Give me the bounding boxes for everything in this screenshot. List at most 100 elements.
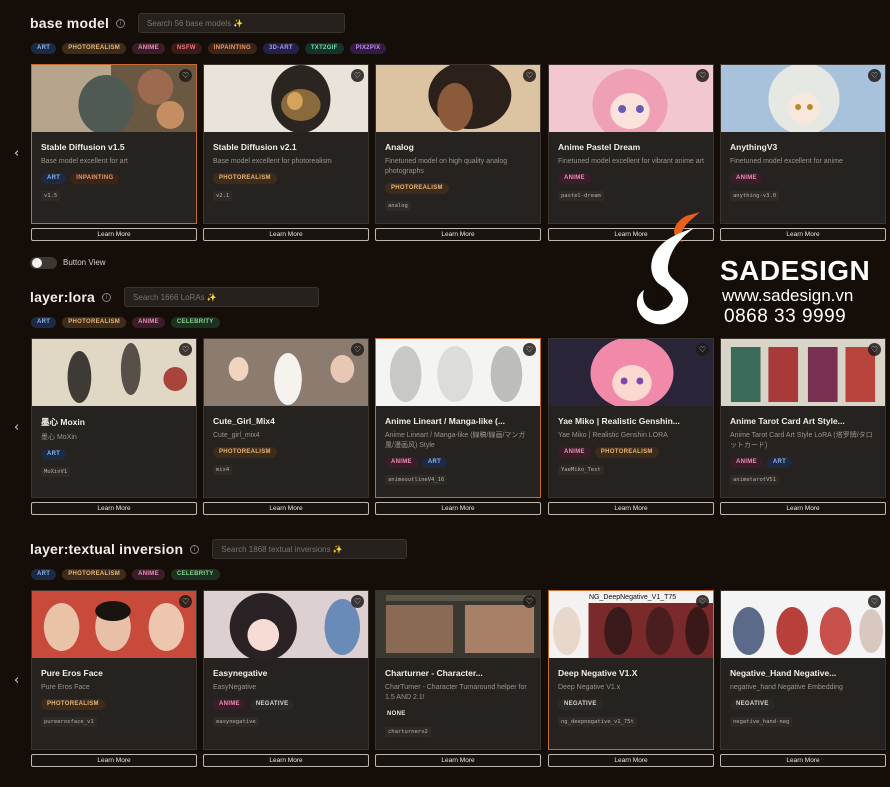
favorite-heart-icon[interactable]: ♡ — [179, 69, 192, 82]
favorite-heart-icon[interactable]: ♡ — [868, 343, 881, 356]
filter-tag-anime[interactable]: ANIME — [132, 317, 165, 328]
embedding-card[interactable]: NG_DeepNegative_V1_T75 ♡ Deep Negative V… — [548, 590, 714, 750]
model-card[interactable]: ♡ AnythingV3 Finetuned model excellent f… — [720, 64, 886, 224]
favorite-heart-icon[interactable]: ♡ — [868, 69, 881, 82]
card-title: Stable Diffusion v1.5 — [41, 142, 125, 152]
toggle-knob — [32, 258, 42, 268]
learn-more-button[interactable]: Learn More — [375, 228, 541, 241]
learn-more-button[interactable]: Learn More — [548, 754, 714, 767]
model-card[interactable]: ♡ Analog Finetuned model on high quality… — [375, 64, 541, 224]
card-description: Finetuned model excellent for vibrant an… — [558, 158, 704, 165]
embedding-card[interactable]: ♡ Easynegative EasyNegative ANIME NEGATI… — [203, 590, 369, 750]
scroll-left-icon[interactable]: ‹ — [14, 147, 22, 160]
filter-tag-nsfw[interactable]: NSFW — [170, 43, 202, 54]
favorite-heart-icon[interactable]: ♡ — [696, 595, 709, 608]
embedding-card[interactable]: ♡ Negative_Hand Negative... negative_han… — [720, 590, 886, 750]
favorite-heart-icon[interactable]: ♡ — [696, 69, 709, 82]
favorite-heart-icon[interactable]: ♡ — [351, 595, 364, 608]
card-tag: PHOTOREALISM — [213, 173, 277, 184]
search-input[interactable]: Search 1666 LoRAs ✨ — [124, 287, 320, 307]
filter-tag-3d-art[interactable]: 3D-ART — [263, 43, 299, 54]
learn-more-button[interactable]: Learn More — [720, 502, 886, 515]
lora-card[interactable]: ♡ Anime Lineart / Manga-like (... Anime … — [375, 338, 541, 498]
model-card[interactable]: ♡ Anime Pastel Dream Finetuned model exc… — [548, 64, 714, 224]
favorite-heart-icon[interactable]: ♡ — [696, 343, 709, 356]
filter-tags: ART PHOTOREALISM ANIME NSFW INPAINTING 3… — [31, 43, 890, 54]
learn-more-button[interactable]: Learn More — [31, 754, 197, 767]
filter-tag-art[interactable]: ART — [31, 43, 57, 54]
filter-tag-inpainting[interactable]: INPAINTING — [207, 43, 258, 54]
card-title: Charturner - Character... — [385, 668, 483, 678]
card-tag: NONE — [387, 711, 406, 717]
favorite-heart-icon[interactable]: ♡ — [351, 69, 364, 82]
favorite-heart-icon[interactable]: ♡ — [351, 343, 364, 356]
model-id: mix4 — [213, 465, 233, 475]
thumbnail-image — [549, 339, 713, 406]
model-card[interactable]: ♡ Stable Diffusion v2.1 Base model excel… — [203, 64, 369, 224]
search-input[interactable]: Search 56 base models ✨ — [138, 13, 346, 33]
watermark-logo-icon — [636, 212, 700, 325]
learn-more-button[interactable]: Learn More — [548, 502, 714, 515]
thumbnail-image — [376, 591, 540, 658]
card-title: Anime Pastel Dream — [558, 142, 641, 152]
card-tag: ANIME — [558, 173, 591, 184]
learn-more-button[interactable]: Learn More — [203, 754, 369, 767]
favorite-heart-icon[interactable]: ♡ — [868, 595, 881, 608]
embedding-card[interactable]: ♡ Charturner - Character... CharTurner -… — [375, 590, 541, 750]
scroll-left-icon[interactable]: ‹ — [14, 674, 22, 687]
filter-tag-celebrity[interactable]: CELEBRITY — [170, 569, 220, 580]
filter-tag-photorealism[interactable]: PHOTOREALISM — [62, 317, 127, 328]
thumbnail-image — [204, 65, 368, 132]
filter-tag-celebrity[interactable]: CELEBRITY — [170, 317, 220, 328]
card-title: Easynegative — [213, 668, 268, 678]
card-description: Base model excellent for art — [41, 158, 128, 165]
filter-tags: ART PHOTOREALISM ANIME CELEBRITY — [31, 569, 890, 580]
favorite-heart-icon[interactable]: ♡ — [179, 343, 192, 356]
info-icon[interactable]: i — [190, 544, 200, 554]
lora-card[interactable]: ♡ Yae Miko | Realistic Genshin... Yae Mi… — [548, 338, 714, 498]
card-tag: NEGATIVE — [558, 699, 603, 710]
lora-card[interactable]: ♡ 墨心 Moxin 墨心 MoXin ART MoXinV1 — [31, 338, 197, 498]
thumbnail-image — [376, 339, 540, 406]
thumbnail-image — [32, 339, 196, 406]
filter-tag-txt2gif[interactable]: TXT2GIF — [304, 43, 344, 54]
info-icon[interactable]: i — [116, 18, 126, 28]
learn-more-button[interactable]: Learn More — [31, 228, 197, 241]
filter-tag-anime[interactable]: ANIME — [132, 43, 165, 54]
card-description: Yae Miko | Realistic Genshin LORA — [558, 432, 668, 439]
card-tag: PHOTOREALISM — [213, 447, 277, 458]
filter-tag-pix2pix[interactable]: PIX2PIX — [349, 43, 387, 54]
learn-more-button[interactable]: Learn More — [31, 502, 197, 515]
filter-tag-photorealism[interactable]: PHOTOREALISM — [62, 569, 127, 580]
model-card[interactable]: ♡ Stable Diffusion v1.5 Base model excel… — [31, 64, 197, 224]
embedding-card[interactable]: ♡ Pure Eros Face Pure Eros Face PHOTOREA… — [31, 590, 197, 750]
lora-card[interactable]: ♡ Anime Tarot Card Art Style... Anime Ta… — [720, 338, 886, 498]
filter-tag-art[interactable]: ART — [31, 317, 57, 328]
model-id: MoXinV1 — [41, 467, 71, 477]
scroll-left-icon[interactable]: ‹ — [14, 421, 22, 434]
info-icon[interactable]: i — [102, 292, 112, 302]
toggle-label: Button View — [63, 258, 106, 267]
search-input[interactable]: Search 1868 textual inversions ✨ — [212, 539, 408, 559]
thumbnail-image — [721, 65, 885, 132]
card-tag: ANIME — [730, 173, 763, 184]
lora-card[interactable]: ♡ Cute_Girl_Mix4 Cute_girl_mix4 PHOTOREA… — [203, 338, 369, 498]
favorite-heart-icon[interactable]: ♡ — [523, 69, 536, 82]
learn-more-button[interactable]: Learn More — [720, 754, 886, 767]
thumbnail-caption: NG_DeepNegative_V1_T75 — [589, 594, 677, 601]
learn-more-button[interactable]: Learn More — [203, 502, 369, 515]
filter-tag-photorealism[interactable]: PHOTOREALISM — [62, 43, 127, 54]
card-description: Finetuned model excellent for anime — [730, 158, 843, 165]
learn-more-button[interactable]: Learn More — [375, 502, 541, 515]
favorite-heart-icon[interactable]: ♡ — [523, 595, 536, 608]
watermark: SADESIGN www.sadesign.vn 0868 33 9999 — [630, 208, 885, 336]
model-id: pastel-dream — [558, 191, 604, 201]
button-view-toggle[interactable] — [30, 257, 57, 269]
filter-tag-anime[interactable]: ANIME — [132, 569, 165, 580]
thumbnail-image — [204, 339, 368, 406]
filter-tag-art[interactable]: ART — [31, 569, 57, 580]
favorite-heart-icon[interactable]: ♡ — [523, 343, 536, 356]
learn-more-button[interactable]: Learn More — [203, 228, 369, 241]
favorite-heart-icon[interactable]: ♡ — [179, 595, 192, 608]
learn-more-button[interactable]: Learn More — [375, 754, 541, 767]
